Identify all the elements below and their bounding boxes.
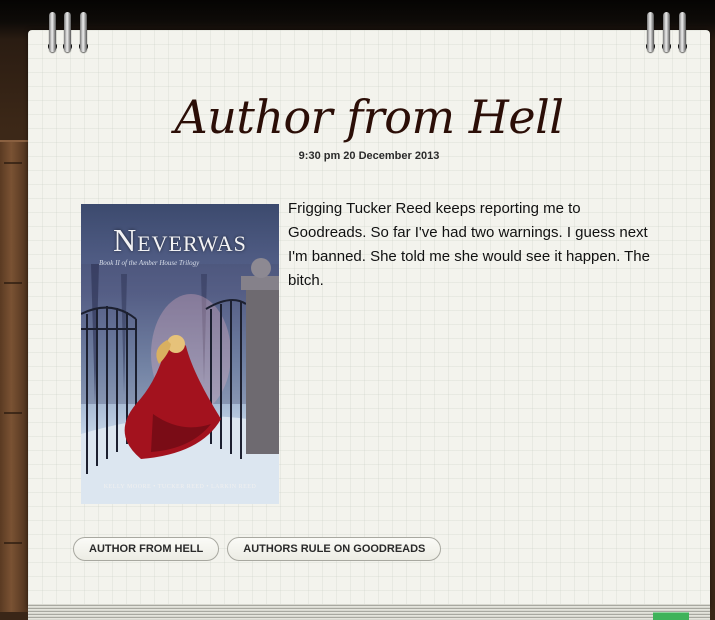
post-body: Frigging Tucker Reed keeps reporting me … [288, 200, 650, 289]
page-stack-edge [28, 604, 710, 620]
green-tab-button[interactable] [653, 612, 689, 620]
book-spine-decoration [0, 140, 28, 612]
tag-author-from-hell[interactable]: AUTHOR FROM HELL [73, 537, 220, 561]
cover-title: Neverwas [113, 222, 247, 258]
post-title[interactable]: Author from Hell [28, 90, 710, 144]
spine-mark [4, 542, 22, 544]
spiral-ring-icon [64, 12, 71, 52]
cover-authors: KELLY MOORE • TUCKER REED • LARKIN REED [103, 484, 257, 490]
spine-mark [4, 412, 22, 414]
spiral-ring-icon [647, 12, 654, 52]
spine-mark [4, 282, 22, 284]
tag-authors-rule-on-goodreads[interactable]: AUTHORS RULE ON GOODREADS [227, 537, 442, 561]
spiral-ring-icon [679, 12, 686, 52]
spiral-ring-icon [663, 12, 670, 52]
book-cover-image: Neverwas Book II of the Amber House Tril… [81, 204, 279, 504]
spiral-ring-icon [80, 12, 87, 52]
cover-subtitle: Book II of the Amber House Trilogy [99, 259, 200, 267]
spine-mark [4, 162, 22, 164]
spiral-ring-icon [49, 12, 56, 52]
post-date[interactable]: 9:30 pm 20 December 2013 [28, 150, 710, 162]
tag-list: AUTHOR FROM HELL AUTHORS RULE ON GOODREA… [73, 537, 442, 561]
